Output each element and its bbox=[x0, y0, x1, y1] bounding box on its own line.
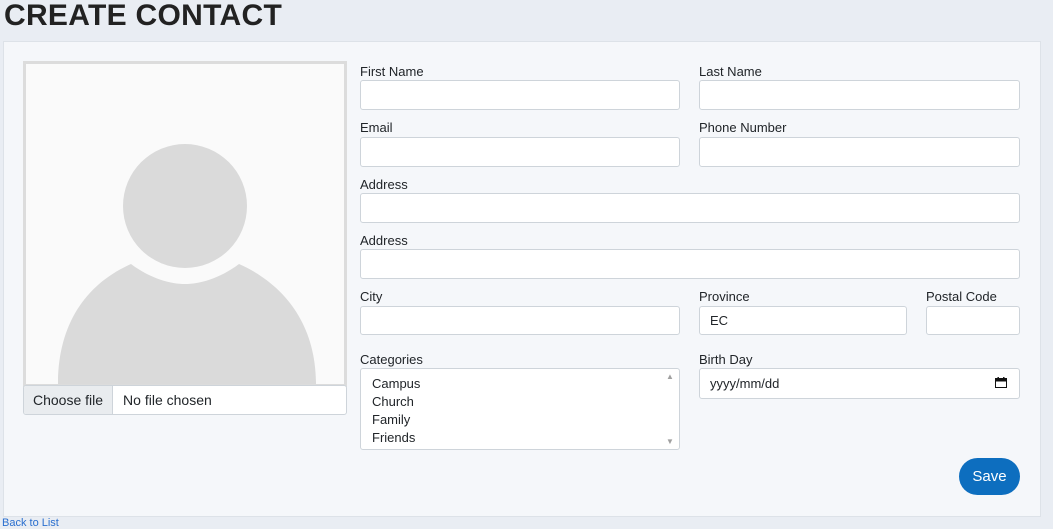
last-name-label: Last Name bbox=[699, 64, 762, 79]
user-silhouette-icon bbox=[58, 144, 316, 384]
back-to-list-link[interactable]: Back to List bbox=[2, 517, 59, 529]
city-input[interactable] bbox=[360, 306, 680, 335]
email-label: Email bbox=[360, 120, 393, 135]
scroll-down-arrow-icon[interactable]: ▼ bbox=[664, 437, 676, 446]
address-label-2: Address bbox=[360, 233, 408, 248]
province-input[interactable]: EC bbox=[699, 306, 907, 335]
categories-label: Categories bbox=[360, 352, 423, 367]
city-label: City bbox=[360, 289, 383, 304]
last-name-input[interactable] bbox=[699, 80, 1020, 110]
choose-file-button[interactable]: Choose file bbox=[24, 386, 114, 414]
birthday-placeholder: yyyy/mm/dd bbox=[710, 376, 780, 391]
save-button[interactable]: Save bbox=[959, 458, 1020, 495]
phone-label: Phone Number bbox=[699, 120, 787, 135]
page-title: CREATE CONTACT bbox=[4, 0, 283, 32]
email-input[interactable] bbox=[360, 137, 680, 167]
calendar-icon[interactable] bbox=[995, 377, 1007, 388]
first-name-label: First Name bbox=[360, 64, 424, 79]
phone-input[interactable] bbox=[699, 137, 1020, 167]
birthday-label: Birth Day bbox=[699, 352, 753, 367]
category-option-family[interactable]: Family bbox=[361, 411, 420, 429]
scroll-up-arrow-icon[interactable]: ▲ bbox=[664, 372, 676, 381]
address-label: Address bbox=[360, 177, 408, 192]
photo-file-input[interactable]: Choose file No file chosen bbox=[23, 385, 347, 415]
postal-code-label: Postal Code bbox=[926, 289, 997, 304]
avatar-placeholder bbox=[23, 61, 347, 387]
province-label: Province bbox=[699, 289, 750, 304]
category-option-friends[interactable]: Friends bbox=[361, 429, 420, 447]
first-name-input[interactable] bbox=[360, 80, 680, 110]
file-status-text: No file chosen bbox=[123, 392, 212, 408]
address-line1-input[interactable] bbox=[360, 193, 1020, 223]
birthday-input[interactable]: yyyy/mm/dd bbox=[699, 368, 1020, 399]
address-line2-input[interactable] bbox=[360, 249, 1020, 279]
categories-listbox[interactable]: Campus Church Family Friends ▲ ▼ bbox=[360, 368, 680, 450]
category-option-church[interactable]: Church bbox=[361, 393, 420, 411]
postal-code-input[interactable] bbox=[926, 306, 1020, 335]
category-option-campus[interactable]: Campus bbox=[361, 375, 420, 393]
